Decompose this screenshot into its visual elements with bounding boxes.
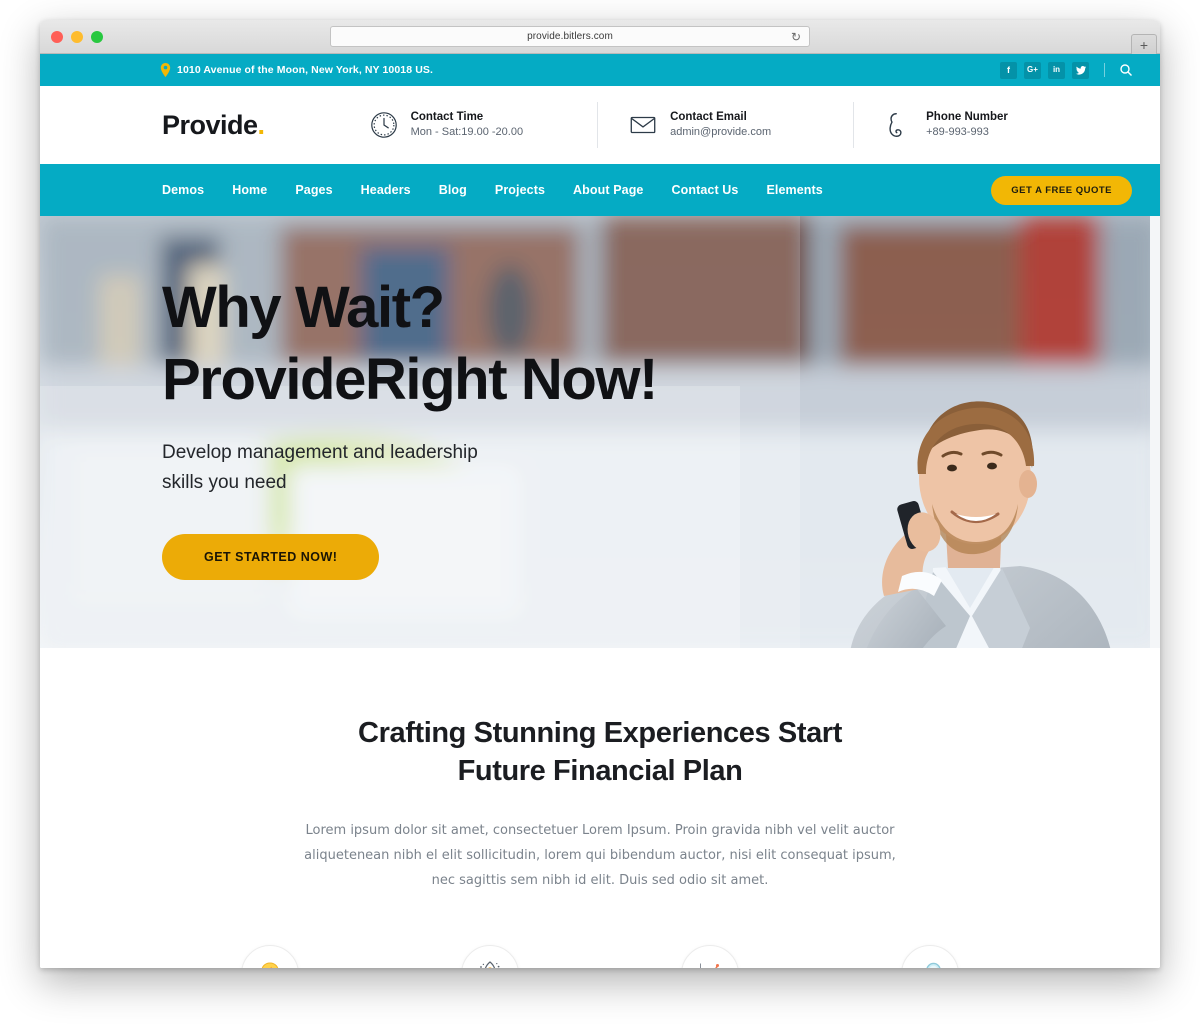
facebook-icon[interactable]: f [1000,61,1017,79]
nav-item-blog[interactable]: Blog [439,183,467,197]
nav-items: Demos Home Pages Headers Blog Projects A… [162,183,991,197]
feature-item-launch[interactable] [461,945,519,968]
window-controls [51,31,103,43]
site-header: Provide. Contact Time Mon - Sat:19.00 -2… [40,86,1160,164]
contact-text: Contact Time Mon - Sat:19.00 -20.00 [411,110,524,140]
contact-value: +89-993-993 [926,126,989,138]
get-started-now-button[interactable]: GET STARTED NOW! [162,534,380,580]
nav-item-pages[interactable]: Pages [295,183,332,197]
close-window-button[interactable] [51,31,63,43]
contact-value: admin@provide.com [670,126,772,138]
section-paragraph: Lorem ipsum dolor sit amet, consectetuer… [304,823,896,888]
reload-icon[interactable]: ↻ [791,30,801,44]
nav-item-demos[interactable]: Demos [162,183,204,197]
lightbulb-bolt-icon [261,962,279,968]
envelope-icon [630,116,656,134]
hero-title: Why Wait? ProvideRight Now! [162,272,782,416]
new-tab-button[interactable]: + [1131,34,1157,55]
contact-title: Contact Time [410,111,484,123]
feature-item-idea[interactable] [241,945,299,968]
contact-item-email: Contact Email admin@provide.com [597,102,801,148]
location-pin-icon [160,63,171,77]
minimize-window-button[interactable] [71,31,83,43]
page-viewport: 1010 Avenue of the Moon, New York, NY 10… [40,54,1160,968]
address-text: 1010 Avenue of the Moon, New York, NY 10… [177,64,434,76]
phone-icon [889,113,902,137]
browser-titlebar: provide.bitlers.com ↻ + [40,20,1160,55]
nav-item-contact-us[interactable]: Contact Us [671,183,738,197]
magnifier-icon [926,962,941,968]
contact-text: Phone Number +89-993-993 [926,110,1008,140]
address-block: 1010 Avenue of the Moon, New York, NY 10… [160,63,433,77]
section-title: Crafting Stunning Experiences Start Futu… [290,714,910,790]
contact-title: Contact Email [670,111,747,123]
growth-chart-icon [700,963,719,968]
contact-item-phone: Phone Number +89-993-993 [853,102,1038,148]
get-a-free-quote-button[interactable]: GET A FREE QUOTE [991,175,1132,205]
hero-content: Why Wait? ProvideRight Now! Develop mana… [162,272,782,580]
top-utility-bar: 1010 Avenue of the Moon, New York, NY 10… [40,54,1160,86]
section-title-line-1: Crafting Stunning Experiences Start [358,717,842,749]
search-icon[interactable] [1120,64,1132,76]
hero-subtitle-line-2: skills you need [162,472,287,493]
hero-title-line-2: ProvideRight Now! [162,347,658,412]
browser-window: provide.bitlers.com ↻ + 1010 Avenue of t… [40,20,1160,968]
features-section: Crafting Stunning Experiences Start Futu… [40,648,1160,968]
hero-subtitle: Develop management and leadership skills… [162,438,782,498]
site-logo[interactable]: Provide. [162,110,265,141]
feature-item-growth[interactable] [681,945,739,968]
feature-item-search[interactable] [901,945,959,968]
twitter-icon[interactable] [1072,61,1089,79]
linkedin-icon[interactable]: in [1048,61,1065,79]
rocket-icon [480,961,500,968]
nav-item-home[interactable]: Home [232,183,267,197]
nav-item-elements[interactable]: Elements [766,183,822,197]
contact-value: Mon - Sat:19.00 -20.00 [410,126,524,138]
contact-item-time: Contact Time Mon - Sat:19.00 -20.00 [339,102,554,148]
contact-title: Phone Number [926,111,1008,123]
section-title-line-2: Future Financial Plan [457,755,743,787]
maximize-window-button[interactable] [91,31,103,43]
contact-text: Contact Email admin@provide.com [670,110,771,140]
nav-item-about-page[interactable]: About Page [573,183,643,197]
nav-item-projects[interactable]: Projects [495,183,545,197]
nav-item-headers[interactable]: Headers [361,183,411,197]
divider [1104,63,1105,77]
url-text: provide.bitlers.com [527,31,613,42]
contact-group: Contact Time Mon - Sat:19.00 -20.00 Cont… [265,102,1132,148]
hero-title-line-1: Why Wait? [162,275,445,340]
hero-section: Why Wait? ProvideRight Now! Develop mana… [40,216,1160,648]
feature-icon-row [40,945,1160,968]
google-plus-icon[interactable]: G+ [1024,61,1041,79]
logo-dot: . [257,109,266,140]
clock-icon [370,112,397,138]
logo-text: Provide [162,109,258,140]
social-links: f G+ in [1000,61,1132,79]
hero-subtitle-line-1: Develop management and leadership [162,442,478,463]
main-navigation: Demos Home Pages Headers Blog Projects A… [40,164,1160,216]
address-bar[interactable]: provide.bitlers.com ↻ [330,26,810,47]
